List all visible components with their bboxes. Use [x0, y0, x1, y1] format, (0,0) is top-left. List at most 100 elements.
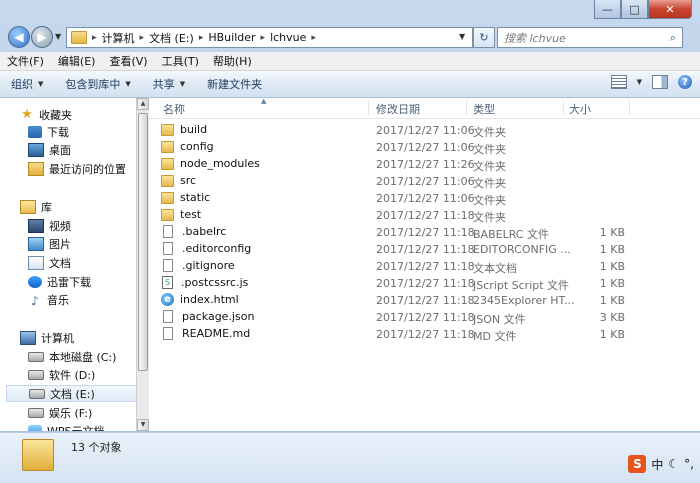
moon-icon[interactable]: ☾ [668, 457, 679, 471]
maximize-button[interactable]: □ [621, 0, 648, 19]
file-name-cell[interactable]: e index.html [161, 293, 239, 306]
file-row[interactable]: .gitignore 2017/12/27 11:18 文本文档 1 KB [149, 258, 700, 275]
file-row[interactable]: src 2017/12/27 11:06 文件夹 [149, 173, 700, 190]
nav-favorites[interactable]: ★ 收藏夹 [20, 106, 72, 123]
file-name-cell[interactable]: src [161, 174, 196, 187]
nav-downloads[interactable]: 下载 [28, 123, 69, 140]
column-divider[interactable] [629, 100, 630, 115]
address-bar[interactable]: ▸ 计算机 ▸ 文档 (E:) ▸ HBuilder ▸ lchvue ▸ [66, 27, 473, 48]
nav-drive-e[interactable]: 文档 (E:) [6, 385, 136, 402]
search-icon[interactable]: ⌕ [664, 31, 682, 45]
chevron-down-icon: ▼ [38, 80, 44, 88]
column-date[interactable]: 修改日期 [376, 101, 420, 117]
nav-drive-c[interactable]: 本地磁盘 (C:) [28, 348, 116, 365]
drive-icon [28, 369, 44, 380]
file-name: .gitignore [182, 259, 235, 272]
menu-file[interactable]: 文件(F) [0, 53, 51, 69]
breadcrumb-hbuilder[interactable]: HBuilder [208, 31, 255, 44]
close-button[interactable]: ✕ [648, 0, 692, 19]
breadcrumb-separator[interactable]: ▸ [140, 33, 145, 43]
recent-pages-dropdown[interactable]: ▼ [55, 32, 61, 41]
nav-drive-d[interactable]: 软件 (D:) [28, 366, 95, 383]
file-row[interactable]: e index.html 2017/12/27 11:18 2345Explorer … [149, 292, 700, 309]
file-name-cell[interactable]: test [161, 208, 201, 221]
file-name-cell[interactable]: static [161, 191, 210, 204]
scroll-up-button[interactable]: ▲ [137, 98, 149, 110]
file-name: static [180, 191, 211, 204]
picture-icon [28, 236, 44, 251]
column-divider[interactable] [563, 100, 564, 115]
file-name-cell[interactable]: README.md [161, 327, 250, 340]
column-name[interactable]: 名称 [163, 101, 185, 117]
preview-pane-icon[interactable] [652, 75, 668, 89]
back-button[interactable]: ◀ [8, 26, 30, 48]
scroll-thumb[interactable] [138, 113, 148, 371]
nav-scrollbar[interactable]: ▲ ▼ [136, 98, 149, 431]
column-divider[interactable] [466, 100, 467, 115]
minimize-button[interactable]: — [594, 0, 621, 19]
column-size[interactable]: 大小 [569, 101, 591, 117]
column-type[interactable]: 类型 [473, 101, 495, 117]
file-name-cell[interactable]: build [161, 123, 207, 136]
search-input[interactable]: 搜索 lchvue ⌕ [497, 27, 683, 48]
nav-pictures[interactable]: 图片 [28, 235, 71, 252]
ime-language[interactable]: 中 [651, 456, 663, 473]
help-icon[interactable]: ? [678, 75, 692, 89]
breadcrumb-separator[interactable]: ▸ [311, 33, 316, 43]
breadcrumb-separator[interactable]: ▸ [261, 33, 266, 43]
menu-edit[interactable]: 编辑(E) [51, 53, 103, 69]
nav-libraries[interactable]: 库 [20, 198, 52, 215]
breadcrumb-separator[interactable]: ▸ [199, 33, 204, 43]
nav-recent-places[interactable]: 最近访问的位置 [28, 160, 126, 177]
file-name-cell[interactable]: config [161, 140, 214, 153]
share-button[interactable]: 共享 ▼ [142, 76, 196, 92]
address-dropdown[interactable]: ▼ [459, 32, 465, 41]
file-row[interactable]: test 2017/12/27 11:18 文件夹 [149, 207, 700, 224]
nav-thunder[interactable]: 迅雷下载 [28, 273, 91, 290]
forward-button[interactable]: ▶ [31, 26, 53, 48]
chevron-down-icon[interactable]: ▼ [637, 78, 642, 86]
file-row[interactable]: build 2017/12/27 11:06 文件夹 [149, 122, 700, 139]
file-row[interactable]: S .postcssrc.js 2017/12/27 11:18 JScript Sc… [149, 275, 700, 292]
menu-help[interactable]: 帮助(H) [206, 53, 259, 69]
organize-label: 组织 [11, 78, 33, 91]
file-name-cell[interactable]: .editorconfig [161, 242, 251, 255]
nav-computer[interactable]: 计算机 [20, 329, 74, 346]
file-row[interactable]: .editorconfig 2017/12/27 11:18 EDITORCONFI… [149, 241, 700, 258]
file-name-cell[interactable]: package.json [161, 310, 254, 323]
breadcrumb-drive-e[interactable]: 文档 (E:) [149, 30, 194, 46]
file-row[interactable]: package.json 2017/12/27 11:18 JSON 文件 3 KB [149, 309, 700, 326]
file-row[interactable]: README.md 2017/12/27 11:18 MD 文件 1 KB [149, 326, 700, 343]
breadcrumb-computer[interactable]: 计算机 [102, 30, 135, 46]
cloud-icon [28, 424, 42, 431]
nav-videos[interactable]: 视频 [28, 217, 71, 234]
file-row[interactable]: .babelrc 2017/12/27 11:18 BABELRC 文件 1 KB [149, 224, 700, 241]
file-row[interactable]: node_modules 2017/12/27 11:26 文件夹 [149, 156, 700, 173]
punctuation-mode[interactable]: °, [684, 457, 694, 471]
file-type: 文件夹 [473, 160, 506, 173]
file-row[interactable]: static 2017/12/27 11:06 文件夹 [149, 190, 700, 207]
file-name-cell[interactable]: .gitignore [161, 259, 235, 272]
organize-button[interactable]: 组织 ▼ [0, 76, 54, 92]
refresh-button[interactable]: ↻ [473, 27, 495, 48]
scroll-down-button[interactable]: ▼ [137, 419, 149, 431]
breadcrumb-separator[interactable]: ▸ [92, 33, 97, 43]
view-options-icon[interactable] [610, 75, 627, 89]
nav-desktop[interactable]: 桌面 [28, 141, 71, 158]
new-folder-button[interactable]: 新建文件夹 [196, 76, 273, 92]
nav-music[interactable]: ♪ 音乐 [28, 291, 69, 308]
nav-documents[interactable]: 文档 [28, 254, 71, 271]
column-divider[interactable] [368, 100, 369, 115]
file-row[interactable]: config 2017/12/27 11:06 文件夹 [149, 139, 700, 156]
sogou-ime-icon[interactable]: S [628, 455, 647, 473]
file-name-cell[interactable]: node_modules [161, 157, 260, 170]
menu-view[interactable]: 查看(V) [102, 53, 154, 69]
file-name-cell[interactable]: .babelrc [161, 225, 226, 238]
nav-drive-f[interactable]: 娱乐 (F:) [28, 404, 92, 421]
menu-tools[interactable]: 工具(T) [155, 53, 206, 69]
nav-wps-cloud[interactable]: WPS云文档 [28, 422, 105, 431]
include-in-library-button[interactable]: 包含到库中 ▼ [54, 76, 141, 92]
file-name-cell[interactable]: S .postcssrc.js [161, 276, 248, 289]
file-date: 2017/12/27 11:18 [376, 243, 475, 256]
breadcrumb-lchvue[interactable]: lchvue [270, 31, 306, 44]
